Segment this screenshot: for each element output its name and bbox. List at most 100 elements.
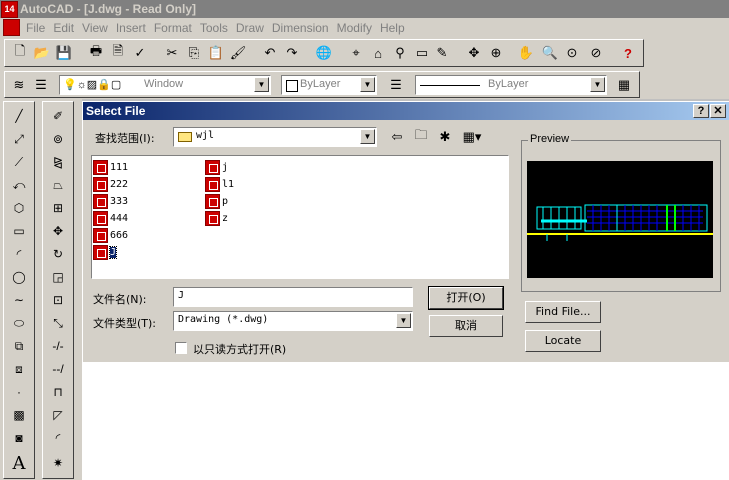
offset-icon[interactable]: ⏢ [47, 174, 69, 196]
filetype-dropdown[interactable]: Drawing (*.dwg) ▼ [173, 311, 413, 331]
file-item[interactable]: J [93, 244, 118, 261]
menu-item-modify[interactable]: Modify [335, 21, 378, 35]
chevron-down-icon[interactable]: ▼ [360, 129, 375, 144]
arc-icon[interactable]: ◜ [8, 243, 30, 265]
paste-icon[interactable]: 📋 [205, 42, 227, 64]
fillet-icon[interactable]: ◜ [47, 427, 69, 449]
file-item[interactable]: 333 [93, 193, 128, 210]
chamfer-icon[interactable]: ◸ [47, 404, 69, 426]
menu-item-insert[interactable]: Insert [114, 21, 152, 35]
filename-input[interactable]: J [173, 287, 413, 307]
save-icon[interactable]: 💾 [53, 42, 75, 64]
file-item[interactable]: 444 [93, 210, 128, 227]
locate-button[interactable]: Locate [525, 330, 601, 352]
scale-icon[interactable]: ◲ [47, 266, 69, 288]
launch-browser-icon[interactable]: 🌐 [313, 42, 335, 64]
document-icon[interactable] [3, 19, 20, 36]
hatch-icon[interactable]: ▩ [8, 404, 30, 426]
hexagon-icon[interactable]: ⬡ [8, 197, 30, 219]
cancel-button[interactable]: 取消 [429, 315, 503, 337]
print-icon[interactable]: 🖶 [85, 42, 107, 64]
chevron-down-icon[interactable]: ▼ [396, 313, 411, 328]
point-icon[interactable]: · [8, 381, 30, 403]
chevron-down-icon[interactable]: ▼ [254, 77, 269, 92]
look-in-dropdown[interactable]: wjl ▼ [173, 127, 377, 147]
menu-item-tools[interactable]: Tools [198, 21, 234, 35]
stretch-icon[interactable]: ⊡ [47, 289, 69, 311]
aerial-view-icon[interactable]: ✎ [431, 42, 453, 64]
pan-icon[interactable]: ✥ [463, 42, 485, 64]
file-item[interactable]: 666 [93, 227, 128, 244]
print-preview-icon[interactable]: 🗎 [107, 42, 129, 64]
menu-item-view[interactable]: View [80, 21, 114, 35]
open-icon[interactable]: 📂 [31, 42, 53, 64]
help-button[interactable]: ? [693, 104, 709, 118]
drawing-area[interactable] [82, 362, 729, 480]
file-item[interactable]: p [205, 193, 228, 210]
color-palette-icon[interactable]: ▦ [613, 74, 635, 96]
make-object-layer-current-icon[interactable]: ≋ [8, 74, 30, 96]
new-folder-icon[interactable]: ✱ [435, 127, 455, 147]
zoom-previous-icon[interactable]: ⊘ [585, 42, 607, 64]
array-icon[interactable]: ⊞ [47, 197, 69, 219]
file-item[interactable]: j [205, 159, 228, 176]
layers-icon[interactable]: ☰ [30, 74, 52, 96]
spelling-icon[interactable]: ✓ [129, 42, 151, 64]
find-file-button[interactable]: Find File... [525, 301, 601, 323]
lengthen-icon[interactable]: ⤡ [47, 312, 69, 334]
cut-icon[interactable]: ✂ [161, 42, 183, 64]
up-one-level-icon[interactable]: 🗀 [411, 127, 431, 147]
object-snap-icon[interactable]: ⌖ [345, 42, 367, 64]
menu-item-help[interactable]: Help [378, 21, 411, 35]
readonly-checkbox[interactable] [175, 342, 187, 354]
menu-item-file[interactable]: File [24, 21, 51, 35]
rotate-icon[interactable]: ↻ [47, 243, 69, 265]
view-menu-icon[interactable]: ▦▾ [459, 127, 485, 147]
region-icon[interactable]: ◙ [8, 427, 30, 449]
match-properties-icon[interactable]: 🖌 [227, 42, 249, 64]
zoom-realtime-icon[interactable]: ⊕ [485, 42, 507, 64]
chevron-down-icon[interactable]: ▼ [360, 77, 375, 92]
file-item[interactable]: z [205, 210, 228, 227]
break-icon[interactable]: ⊓ [47, 381, 69, 403]
redo-icon[interactable]: ↷ [281, 42, 303, 64]
polyline-icon[interactable]: ⟋ [8, 151, 30, 173]
new-icon[interactable]: 🗋 [9, 42, 31, 64]
insert-block-icon[interactable]: ⧉ [8, 335, 30, 357]
file-list[interactable]: 111 222 333 444 666 Jj l1 p z [91, 155, 509, 279]
named-views-icon[interactable]: ✋ [515, 42, 537, 64]
menu-item-draw[interactable]: Draw [234, 21, 270, 35]
inquiry-icon[interactable]: ⚲ [389, 42, 411, 64]
circle-icon[interactable]: ◯ [8, 266, 30, 288]
copy-object-icon[interactable]: ⊚ [47, 128, 69, 150]
line-icon[interactable]: ╱ [8, 105, 30, 127]
ellipse-icon[interactable]: ⬭ [8, 312, 30, 334]
menu-item-dimension[interactable]: Dimension [270, 21, 335, 35]
mirror-icon[interactable]: ⧎ [47, 151, 69, 173]
move-icon[interactable]: ✥ [47, 220, 69, 242]
menu-item-edit[interactable]: Edit [51, 21, 80, 35]
autocad-app-icon[interactable]: 14 [1, 1, 18, 18]
chevron-down-icon[interactable]: ▼ [590, 77, 605, 92]
ucs-icon[interactable]: ⌂ [367, 42, 389, 64]
file-item[interactable]: 222 [93, 176, 128, 193]
menu-item-format[interactable]: Format [152, 21, 198, 35]
color-dropdown[interactable]: ByLayer ▼ [281, 75, 377, 95]
close-icon[interactable]: ✕ [710, 104, 726, 118]
spline-icon[interactable]: ∼ [8, 289, 30, 311]
construction-line-icon[interactable]: ⤢ [8, 128, 30, 150]
file-item[interactable]: 111 [93, 159, 128, 176]
explode-icon[interactable]: ✷ [47, 452, 69, 474]
back-icon[interactable]: ⇦ [387, 127, 407, 147]
rectangle-icon[interactable]: ▭ [8, 220, 30, 242]
copy-icon[interactable]: ⎘ [183, 42, 205, 64]
linetype-dropdown[interactable]: ByLayer ▼ [415, 75, 607, 95]
zoom-window-icon[interactable]: ⊙ [561, 42, 583, 64]
zoom-in-icon[interactable]: 🔍 [539, 42, 561, 64]
multiline-text-icon[interactable]: A [8, 452, 30, 474]
undo-icon[interactable]: ↶ [259, 42, 281, 64]
polygon-icon[interactable]: ⤺ [8, 174, 30, 196]
extend-icon[interactable]: --/ [47, 358, 69, 380]
linetype-icon[interactable]: ☰ [385, 74, 407, 96]
trim-icon[interactable]: -/- [47, 335, 69, 357]
